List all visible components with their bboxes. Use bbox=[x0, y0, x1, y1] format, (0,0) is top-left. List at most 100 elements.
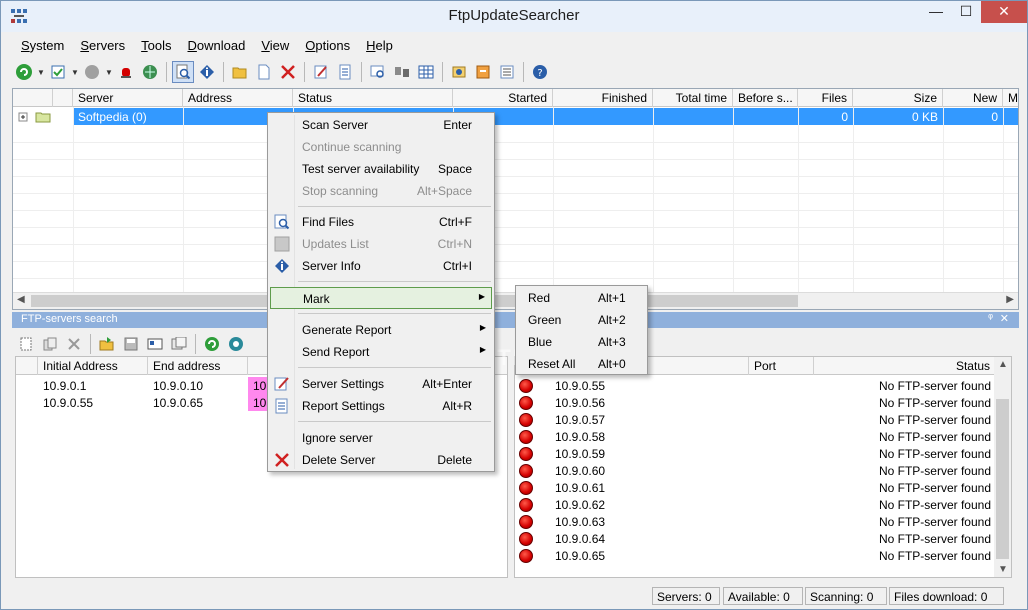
network-card-icon[interactable] bbox=[144, 333, 166, 355]
column-header-size[interactable]: Size bbox=[853, 89, 943, 107]
menu-item-server-info[interactable]: Server Info Ctrl+I bbox=[270, 255, 492, 277]
edit-icon[interactable] bbox=[310, 61, 332, 83]
column-header-new[interactable]: New bbox=[943, 89, 1003, 107]
alarm-icon[interactable] bbox=[115, 61, 137, 83]
menu-servers[interactable]: Servers bbox=[72, 35, 133, 55]
column-header-more[interactable]: M bbox=[1003, 89, 1018, 107]
menu-download[interactable]: Download bbox=[180, 35, 254, 55]
table-row[interactable]: 10.9.0.65 No FTP-server found bbox=[515, 547, 1011, 564]
scroll-up-icon[interactable]: ▲ bbox=[998, 359, 1008, 370]
open-range-icon[interactable] bbox=[96, 333, 118, 355]
menu-system[interactable]: System bbox=[13, 35, 72, 55]
menu-item-stop-scanning[interactable]: Stop scanning Alt+Space bbox=[270, 180, 492, 202]
copy-icon[interactable] bbox=[39, 333, 61, 355]
delete-icon[interactable] bbox=[277, 61, 299, 83]
column-header-indicator[interactable] bbox=[16, 357, 38, 375]
scroll-left-icon[interactable]: ◀ bbox=[17, 294, 25, 305]
submenu-item-red[interactable]: Red Alt+1 bbox=[518, 287, 645, 309]
new-range-icon[interactable] bbox=[15, 333, 37, 355]
table-row[interactable]: Softpedia (0) 0 0 KB 0 bbox=[13, 108, 1018, 125]
submenu-item-green[interactable]: Green Alt+2 bbox=[518, 309, 645, 331]
stop-icon[interactable] bbox=[81, 61, 103, 83]
table-row[interactable]: 10.9.0.60 No FTP-server found bbox=[515, 462, 1011, 479]
close-button[interactable]: ✕ bbox=[981, 1, 1027, 23]
column-header-status[interactable]: Status bbox=[293, 89, 453, 107]
column-header-expand[interactable] bbox=[13, 89, 53, 107]
table-row[interactable]: 10.9.0.57 No FTP-server found bbox=[515, 411, 1011, 428]
submenu-item-reset-all[interactable]: Reset All Alt+0 bbox=[518, 353, 645, 375]
table-row[interactable]: 10.9.0.55 No FTP-server found bbox=[515, 377, 1011, 394]
expand-cell[interactable] bbox=[13, 108, 73, 125]
table-row[interactable]: 10.9.0.62 No FTP-server found bbox=[515, 496, 1011, 513]
scrollbar-thumb[interactable] bbox=[996, 399, 1009, 559]
result-status: No FTP-server found bbox=[878, 532, 991, 546]
column-header-finished[interactable]: Finished bbox=[553, 89, 653, 107]
refresh-icon[interactable] bbox=[225, 333, 247, 355]
menu-tools[interactable]: Tools bbox=[133, 35, 179, 55]
column-header-port[interactable]: Port bbox=[749, 357, 814, 375]
menu-item-updates-list[interactable]: Updates List Ctrl+N bbox=[270, 233, 492, 255]
list-icon[interactable] bbox=[496, 61, 518, 83]
table-row[interactable]: 10.9.0.58 No FTP-server found bbox=[515, 428, 1011, 445]
start-dropdown-icon[interactable]: ▼ bbox=[37, 68, 45, 77]
table-row[interactable]: 10.9.0.63 No FTP-server found bbox=[515, 513, 1011, 530]
new-document-icon[interactable] bbox=[253, 61, 275, 83]
table-row[interactable]: 10.9.0.64 No FTP-server found bbox=[515, 530, 1011, 547]
server-info-icon[interactable] bbox=[196, 61, 218, 83]
table-row[interactable]: 10.9.0.59 No FTP-server found bbox=[515, 445, 1011, 462]
column-header-total-time[interactable]: Total time bbox=[653, 89, 733, 107]
menu-item-scan-server[interactable]: Scan Server Enter bbox=[270, 114, 492, 136]
maximize-button[interactable]: ☐ bbox=[951, 1, 981, 23]
column-header-before-scan[interactable]: Before s... bbox=[733, 89, 798, 107]
menu-item-ignore-server[interactable]: Ignore server bbox=[270, 427, 492, 449]
find-files-icon[interactable] bbox=[172, 61, 194, 83]
menu-help[interactable]: Help bbox=[358, 35, 401, 55]
pin-icon[interactable]: ᵠ bbox=[988, 312, 993, 324]
open-folder-icon[interactable] bbox=[229, 61, 251, 83]
start-icon[interactable] bbox=[13, 61, 35, 83]
report-icon[interactable] bbox=[334, 61, 356, 83]
remove-icon[interactable] bbox=[63, 333, 85, 355]
column-header-status[interactable]: Status bbox=[814, 357, 996, 375]
stop-dropdown-icon[interactable]: ▼ bbox=[105, 68, 113, 77]
column-header-icon[interactable] bbox=[53, 89, 73, 107]
menu-item-delete-server[interactable]: Delete Server Delete bbox=[270, 449, 492, 471]
menu-item-find-files[interactable]: Find Files Ctrl+F bbox=[270, 211, 492, 233]
settings-icon[interactable] bbox=[448, 61, 470, 83]
save-icon[interactable] bbox=[120, 333, 142, 355]
column-header-initial-address[interactable]: Initial Address bbox=[38, 357, 148, 375]
column-header-files[interactable]: Files bbox=[798, 89, 853, 107]
archive-icon[interactable] bbox=[472, 61, 494, 83]
column-header-address[interactable]: Address bbox=[183, 89, 293, 107]
menu-item-send-report[interactable]: Send Report ▶ bbox=[270, 341, 492, 363]
table-row[interactable]: 10.9.0.61 No FTP-server found bbox=[515, 479, 1011, 496]
search-server-icon[interactable] bbox=[367, 61, 389, 83]
minimize-button[interactable]: — bbox=[921, 1, 951, 23]
checklist-icon[interactable] bbox=[47, 61, 69, 83]
panel-close-icon[interactable]: ✕ bbox=[1000, 312, 1009, 325]
scroll-down-icon[interactable]: ▼ bbox=[998, 564, 1008, 575]
submenu-item-blue[interactable]: Blue Alt+3 bbox=[518, 331, 645, 353]
menu-options[interactable]: Options bbox=[297, 35, 358, 55]
menu-view[interactable]: View bbox=[253, 35, 297, 55]
menu-item-report-settings[interactable]: Report Settings Alt+R bbox=[270, 395, 492, 417]
scroll-right-icon[interactable]: ▶ bbox=[1006, 294, 1014, 305]
start-scan-icon[interactable] bbox=[201, 333, 223, 355]
menu-item-mark[interactable]: Mark ▶ bbox=[270, 287, 492, 309]
network-icon[interactable] bbox=[391, 61, 413, 83]
menu-item-test-availability[interactable]: Test server availability Space bbox=[270, 158, 492, 180]
vertical-scrollbar[interactable]: ▲ ▼ bbox=[994, 357, 1011, 577]
menu-item-generate-report[interactable]: Generate Report ▶ bbox=[270, 319, 492, 341]
column-header-started[interactable]: Started bbox=[453, 89, 553, 107]
table-row[interactable]: 10.9.0.56 No FTP-server found bbox=[515, 394, 1011, 411]
column-header-end-address[interactable]: End address bbox=[148, 357, 248, 375]
checklist-dropdown-icon[interactable]: ▼ bbox=[71, 68, 79, 77]
windows-icon[interactable] bbox=[168, 333, 190, 355]
menu-item-server-settings[interactable]: Server Settings Alt+Enter bbox=[270, 373, 492, 395]
globe-icon[interactable] bbox=[139, 61, 161, 83]
column-header-server[interactable]: Server bbox=[73, 89, 183, 107]
menu-item-continue-scanning[interactable]: Continue scanning bbox=[270, 136, 492, 158]
result-status: No FTP-server found bbox=[878, 481, 991, 495]
help-icon[interactable]: ? bbox=[529, 61, 551, 83]
grid-view-icon[interactable] bbox=[415, 61, 437, 83]
